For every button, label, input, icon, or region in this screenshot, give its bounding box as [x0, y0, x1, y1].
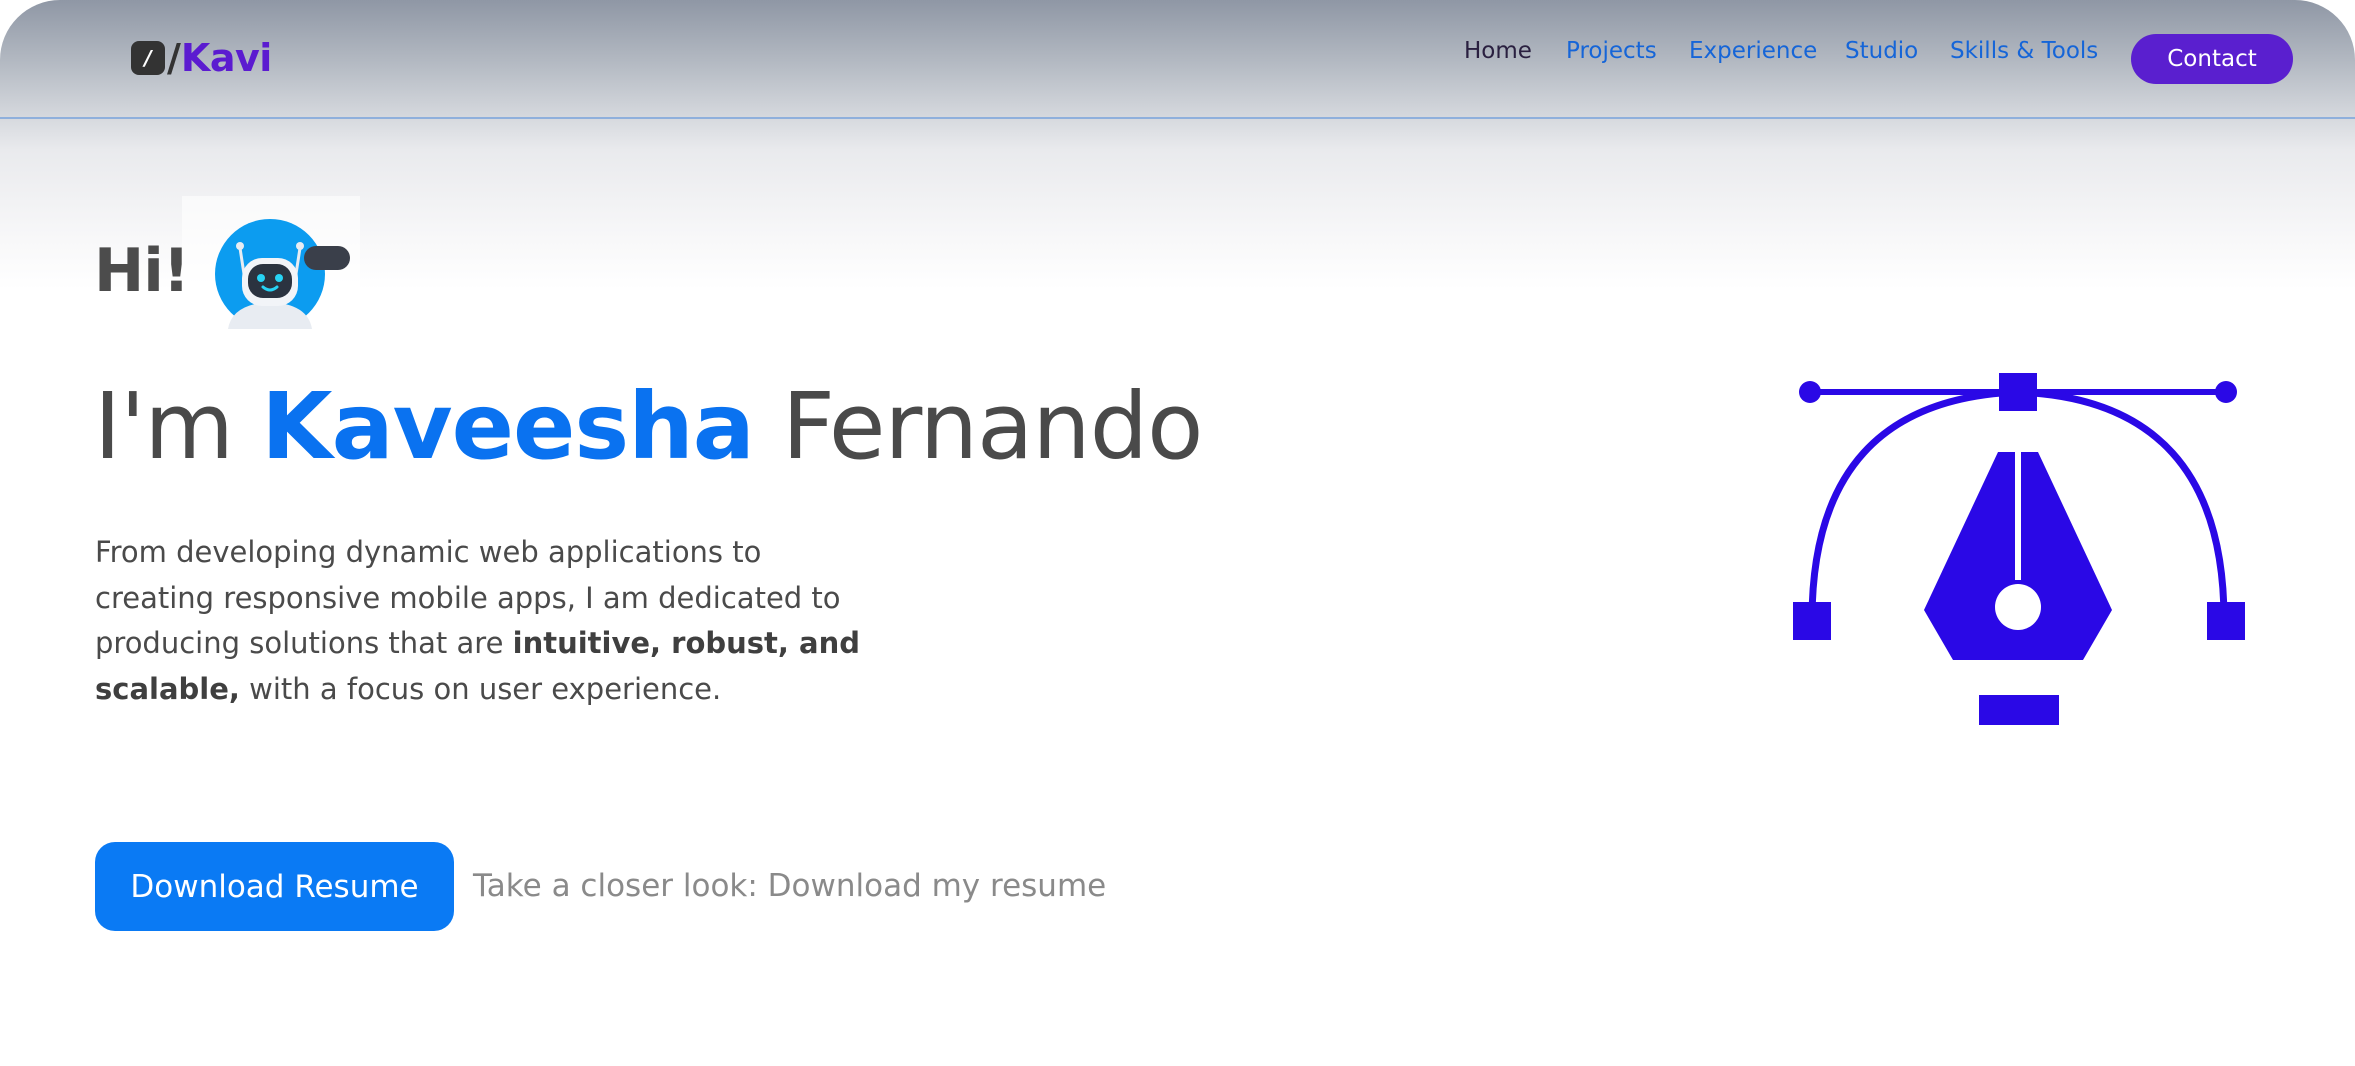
description-text-end: with a focus on user experience.	[249, 671, 722, 706]
page-frame: / / Kavi Home Projects Experience Studio…	[0, 0, 2355, 1066]
robot-avatar-icon	[182, 196, 360, 360]
download-resume-button[interactable]: Download Resume	[95, 842, 454, 931]
heading-last-name: Fernando	[782, 373, 1203, 480]
hero-description: From developing dynamic web applications…	[95, 530, 885, 712]
hero-heading: I'm Kaveesha Fernando	[94, 373, 1203, 480]
greeting: Hi!	[94, 236, 190, 306]
nav-studio[interactable]: Studio	[1845, 38, 1918, 72]
navbar: / / Kavi Home Projects Experience Studio…	[0, 0, 2355, 119]
heading-prefix: I'm	[94, 373, 234, 480]
nav-skills-tools[interactable]: Skills & Tools	[1950, 38, 2098, 72]
nav-home[interactable]: Home	[1464, 38, 1532, 72]
contact-button[interactable]: Contact	[2131, 34, 2293, 84]
nav-projects[interactable]: Projects	[1566, 38, 1657, 72]
pen-tool-icon	[1790, 370, 2250, 735]
heading-first-name: Kaveesha	[261, 373, 754, 480]
logo-badge: /	[131, 41, 165, 75]
nav-experience[interactable]: Experience	[1689, 38, 1817, 72]
logo-name: Kavi	[180, 36, 272, 80]
resume-hint: Take a closer look: Download my resume	[473, 868, 1107, 904]
logo-slash: /	[167, 36, 181, 80]
logo[interactable]: / / Kavi	[131, 36, 272, 80]
